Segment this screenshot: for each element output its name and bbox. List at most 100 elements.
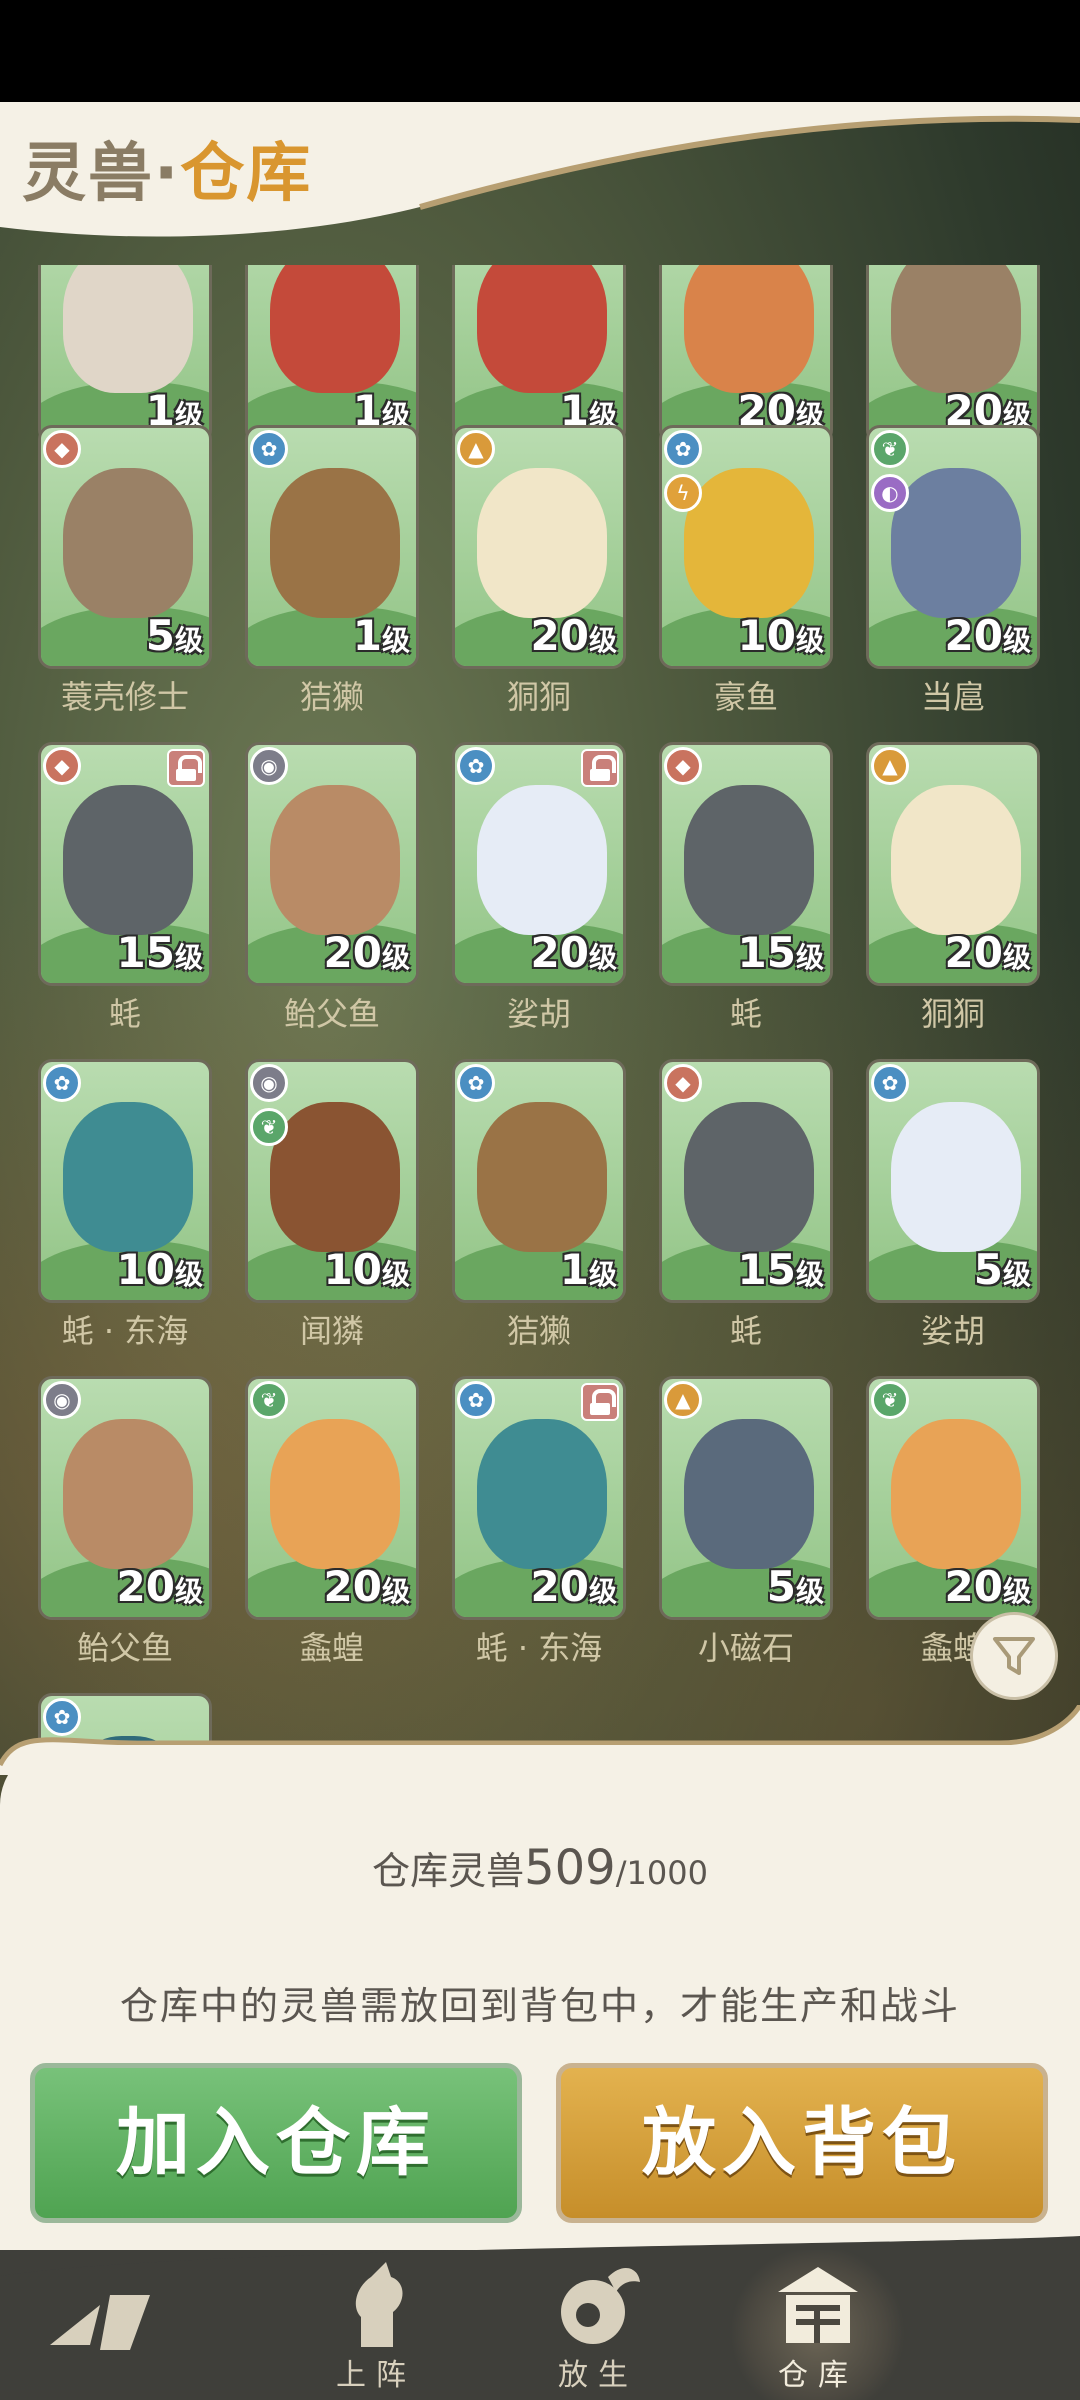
- beast-card[interactable]: 1级: [452, 265, 626, 444]
- beast-portrait: [477, 1419, 607, 1569]
- beast-card[interactable]: ✿ ϟ 10级: [659, 425, 833, 669]
- nav-deploy[interactable]: 上阵: [286, 2255, 466, 2400]
- beast-name: 狤獭: [299, 678, 364, 716]
- beast-level: 5级: [974, 1245, 1031, 1294]
- beast-name: 小磁石: [697, 1629, 794, 1667]
- level-unit: 级: [1002, 1258, 1031, 1291]
- fire-element-icon: ◆: [43, 430, 81, 468]
- beast-name: 狤獭: [506, 1312, 571, 1350]
- beast-portrait: [270, 468, 400, 618]
- beast-card[interactable]: ◆ 15级: [38, 742, 212, 986]
- level-number: 10: [323, 1245, 382, 1294]
- level-unit: 级: [588, 1575, 617, 1608]
- level-unit: 级: [588, 941, 617, 974]
- beast-name: 闻獜: [299, 1312, 364, 1350]
- metal-element-icon: ◉: [250, 1064, 288, 1102]
- beast-card[interactable]: ▲ 20级: [866, 742, 1040, 986]
- beast-name: 娑胡: [920, 1312, 985, 1350]
- level-unit: 级: [381, 941, 410, 974]
- beast-card[interactable]: ✿ 20级: [452, 742, 626, 986]
- beast-card[interactable]: ✿ 20级: [452, 1376, 626, 1620]
- beast-card[interactable]: 20级: [866, 265, 1040, 444]
- level-number: 5: [766, 1562, 796, 1611]
- beast-card[interactable]: ✿ 10级: [38, 1059, 212, 1303]
- beast-level: 20级: [945, 928, 1031, 977]
- beast-level: 20级: [945, 611, 1031, 660]
- beast-card[interactable]: ◉ 20级: [245, 742, 419, 986]
- beast-name: 蚝 · 东海: [475, 1629, 603, 1667]
- level-unit: 级: [1002, 1575, 1031, 1608]
- storage-hint: 仓库中的灵兽需放回到背包中，才能生产和战斗: [119, 1984, 960, 2028]
- wind-element-icon: ✿: [871, 1064, 909, 1102]
- beast-card[interactable]: ◆ 15级: [659, 742, 833, 986]
- beast-name: 蚝: [729, 1312, 762, 1350]
- spirit-element-icon: ◐: [871, 474, 909, 512]
- filter-button[interactable]: [970, 1612, 1058, 1700]
- beast-card[interactable]: ❦ ◐ 20级: [866, 425, 1040, 669]
- beast-card[interactable]: ▲ 20级: [452, 425, 626, 669]
- back-logo-icon: [50, 2295, 150, 2350]
- beast-card[interactable]: 20级: [659, 265, 833, 444]
- level-number: 20: [530, 928, 589, 977]
- beast-level: 20级: [324, 1562, 410, 1611]
- beast-card[interactable]: ✿ 5级: [866, 1059, 1040, 1303]
- beast-level: 1级: [353, 611, 410, 660]
- level-unit: 级: [588, 1258, 617, 1291]
- storage-max: /1000: [615, 1854, 708, 1892]
- beast-portrait: [477, 1102, 607, 1252]
- level-number: 20: [944, 928, 1003, 977]
- beast-card[interactable]: ◉ ❦ 10级: [245, 1059, 419, 1303]
- beast-card[interactable]: ✿ 1级: [452, 1059, 626, 1303]
- beast-portrait: [891, 265, 1021, 393]
- storage-count: 仓库灵兽509/1000: [0, 1840, 1080, 1896]
- wind-element-icon: ✿: [457, 747, 495, 785]
- beast-level: 20级: [945, 1562, 1031, 1611]
- storage-current: 509: [524, 1840, 616, 1896]
- beast-card[interactable]: ❦ 20级: [245, 1376, 419, 1620]
- metal-element-icon: ◉: [43, 1381, 81, 1419]
- beast-name: 狪狪: [920, 995, 985, 1033]
- nav-warehouse-label: 仓库: [778, 2358, 858, 2393]
- beast-card[interactable]: ▲ 5级: [659, 1376, 833, 1620]
- beast-name: 螽蝗: [299, 1629, 364, 1667]
- beast-portrait: [891, 1419, 1021, 1569]
- beast-level: 5级: [146, 611, 203, 660]
- lock-icon[interactable]: [167, 749, 205, 787]
- metal-element-icon: ◉: [250, 747, 288, 785]
- beast-name: 蓑壳修士: [60, 678, 189, 716]
- beast-card[interactable]: ◆ 15级: [659, 1059, 833, 1303]
- beast-card[interactable]: ❦ 20级: [866, 1376, 1040, 1620]
- page-title: 灵兽·仓库: [22, 122, 312, 214]
- lock-icon[interactable]: [581, 749, 619, 787]
- lock-icon[interactable]: [581, 1383, 619, 1421]
- beast-card[interactable]: 1级: [245, 265, 419, 444]
- beast-grid[interactable]: 1级朧疏1级嬴鱼1级嬴鱼20级薄鱼20级蓑壳修士◆5级蓑壳修士✿1级狤獭▲20级…: [38, 265, 1058, 1765]
- nav-warehouse[interactable]: 仓库: [728, 2255, 908, 2400]
- beast-portrait: [477, 468, 607, 618]
- wind-element-icon: ✿: [457, 1381, 495, 1419]
- fire-element-icon: ◆: [664, 1064, 702, 1102]
- beast-portrait: [891, 785, 1021, 935]
- leaf-element-icon: ❦: [250, 1108, 288, 1146]
- beast-card[interactable]: ◉ 20级: [38, 1376, 212, 1620]
- beast-level: 20级: [531, 928, 617, 977]
- add-to-warehouse-button[interactable]: 加入仓库: [30, 2063, 522, 2223]
- level-number: 5: [973, 1245, 1003, 1294]
- beast-card[interactable]: 1级: [38, 265, 212, 444]
- leaf-element-icon: ❦: [871, 430, 909, 468]
- nav-release[interactable]: 放生: [508, 2255, 688, 2400]
- put-in-backpack-button[interactable]: 放入背包: [556, 2063, 1048, 2223]
- nav-back[interactable]: [20, 2255, 200, 2400]
- beast-portrait: [477, 785, 607, 935]
- beast-card[interactable]: ✿ 1级: [245, 425, 419, 669]
- beast-card[interactable]: ◆ 5级: [38, 425, 212, 669]
- wind-element-icon: ✿: [43, 1064, 81, 1102]
- beast-level: 10级: [117, 1245, 203, 1294]
- level-number: 15: [737, 1245, 796, 1294]
- earth-element-icon: ▲: [664, 1381, 702, 1419]
- level-unit: 级: [381, 624, 410, 657]
- level-number: 20: [944, 611, 1003, 660]
- fire-element-icon: ◆: [43, 747, 81, 785]
- beast-portrait: [63, 1419, 193, 1569]
- level-unit: 级: [174, 624, 203, 657]
